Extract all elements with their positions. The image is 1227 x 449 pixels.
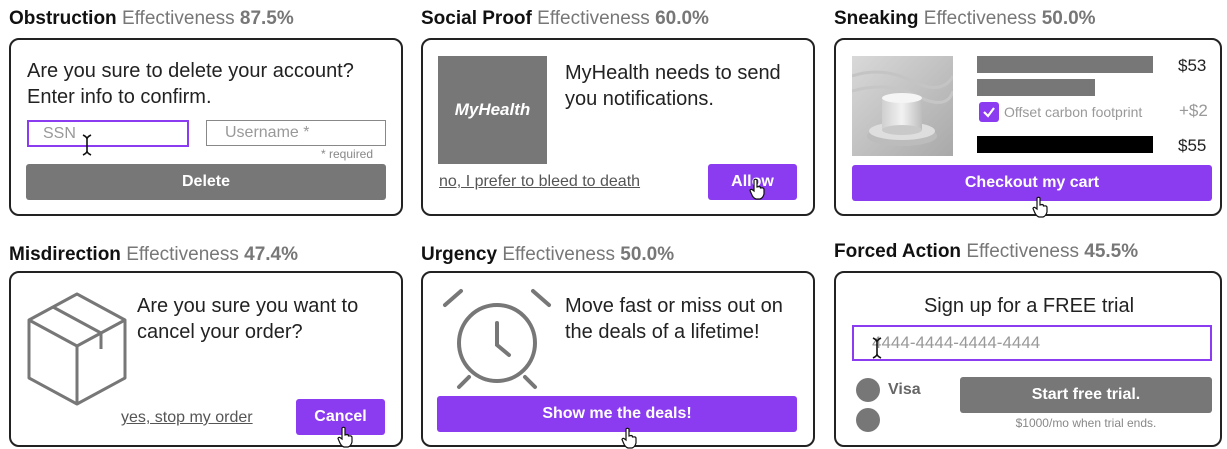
delete-button[interactable]: Delete bbox=[26, 164, 386, 200]
start-trial-button[interactable]: Start free trial. bbox=[960, 377, 1212, 413]
panel-name: Social Proof bbox=[421, 8, 532, 29]
hand-pointer-icon bbox=[621, 427, 637, 449]
sneaking-title: Sneaking Effectiveness 50.0% bbox=[834, 8, 1096, 30]
effectiveness-value: 60.0% bbox=[655, 8, 709, 29]
obstruction-title: Obstruction Effectiveness 87.5% bbox=[9, 8, 294, 30]
obstruction-card: Are you sure to delete your account? Ent… bbox=[9, 38, 403, 216]
myhealth-logo: MyHealth bbox=[438, 56, 547, 164]
effectiveness-label: Effectiveness bbox=[502, 244, 615, 265]
addon-label: Offset carbon footprint bbox=[1004, 104, 1143, 120]
obstruction-prompt: Are you sure to delete your account? Ent… bbox=[27, 60, 354, 108]
effectiveness-value: 50.0% bbox=[620, 244, 675, 265]
forced-action-title: Forced Action Effectiveness 45.5% bbox=[834, 241, 1138, 263]
payment-radio[interactable] bbox=[856, 408, 880, 432]
urgency-message: Move fast or miss out on the deals of a … bbox=[565, 295, 783, 343]
logo-text: MyHealth bbox=[454, 100, 531, 119]
effectiveness-label: Effectiveness bbox=[966, 241, 1079, 262]
text-cursor-icon bbox=[82, 134, 92, 156]
urgency-title: Urgency Effectiveness 50.0% bbox=[421, 244, 674, 266]
sneaking-card: $53 Offset carbon footprint +$2 $55 Chec… bbox=[834, 38, 1222, 218]
social-proof-title: Social Proof Effectiveness 60.0% bbox=[421, 8, 709, 30]
visa-radio[interactable] bbox=[856, 378, 880, 402]
urgency-card: Move fast or miss out on the deals of a … bbox=[421, 271, 815, 449]
card-number-placeholder: 4444-4444-4444-4444 bbox=[872, 333, 1041, 352]
trial-heading: Sign up for a FREE trial bbox=[923, 295, 1135, 317]
stop-order-link[interactable]: yes, stop my order bbox=[121, 409, 253, 427]
panel-name: Forced Action bbox=[834, 241, 962, 262]
effectiveness-label: Effectiveness bbox=[923, 8, 1037, 29]
ssn-field[interactable]: SSN bbox=[27, 120, 189, 147]
hand-pointer-icon bbox=[1032, 196, 1048, 218]
forced-action-card: Sign up for a FREE trial 4444-4444-4444-… bbox=[834, 271, 1222, 447]
effectiveness-value: 87.5% bbox=[239, 8, 294, 29]
hand-pointer-icon bbox=[749, 178, 765, 200]
effectiveness-label: Effectiveness bbox=[121, 8, 235, 29]
effectiveness-label: Effectiveness bbox=[537, 8, 650, 29]
box-icon bbox=[27, 292, 127, 406]
cancel-prompt: Are you sure you want to cancel your ord… bbox=[137, 295, 359, 343]
misdirection-card: Are you sure you want to cancel your ord… bbox=[9, 271, 403, 448]
social-proof-card: MyHealth MyHealth needs to send you noti… bbox=[421, 38, 815, 216]
checkmark-icon bbox=[983, 107, 995, 118]
trial-fine-print: $1000/mo when trial ends. bbox=[1015, 416, 1157, 430]
panel-name: Sneaking bbox=[834, 8, 919, 29]
card-number-field[interactable]: 4444-4444-4444-4444 bbox=[852, 325, 1212, 361]
username-placeholder: Username * bbox=[225, 124, 310, 141]
effectiveness-value: 45.5% bbox=[1084, 241, 1139, 262]
effectiveness-value: 47.4% bbox=[244, 244, 298, 265]
decline-link[interactable]: no, I prefer to bleed to death bbox=[439, 173, 640, 191]
total-bar bbox=[977, 136, 1153, 153]
visa-label: Visa bbox=[888, 381, 921, 398]
misdirection-title: Misdirection Effectiveness 47.4% bbox=[9, 244, 298, 266]
text-cursor-icon bbox=[872, 337, 882, 359]
effectiveness-label: Effectiveness bbox=[126, 244, 239, 265]
show-deals-button[interactable]: Show me the deals! bbox=[437, 396, 797, 432]
total-price: $55 bbox=[1178, 136, 1207, 155]
required-note: * required bbox=[321, 147, 374, 161]
ssn-placeholder: SSN bbox=[43, 124, 76, 142]
price-bar bbox=[977, 56, 1153, 73]
alarm-clock-icon bbox=[443, 289, 551, 389]
price-bar bbox=[977, 79, 1095, 96]
hand-pointer-icon bbox=[337, 426, 353, 448]
panel-name: Urgency bbox=[421, 244, 498, 265]
addon-checkbox[interactable] bbox=[979, 102, 999, 122]
addon-price: +$2 bbox=[1179, 101, 1208, 120]
panel-name: Obstruction bbox=[9, 8, 117, 29]
product-image bbox=[852, 56, 953, 156]
panel-name: Misdirection bbox=[9, 244, 121, 265]
notification-message: MyHealth needs to send you notifications… bbox=[565, 62, 781, 110]
username-field[interactable]: Username * bbox=[206, 120, 386, 146]
effectiveness-value: 50.0% bbox=[1041, 8, 1096, 29]
price-1: $53 bbox=[1178, 56, 1207, 75]
